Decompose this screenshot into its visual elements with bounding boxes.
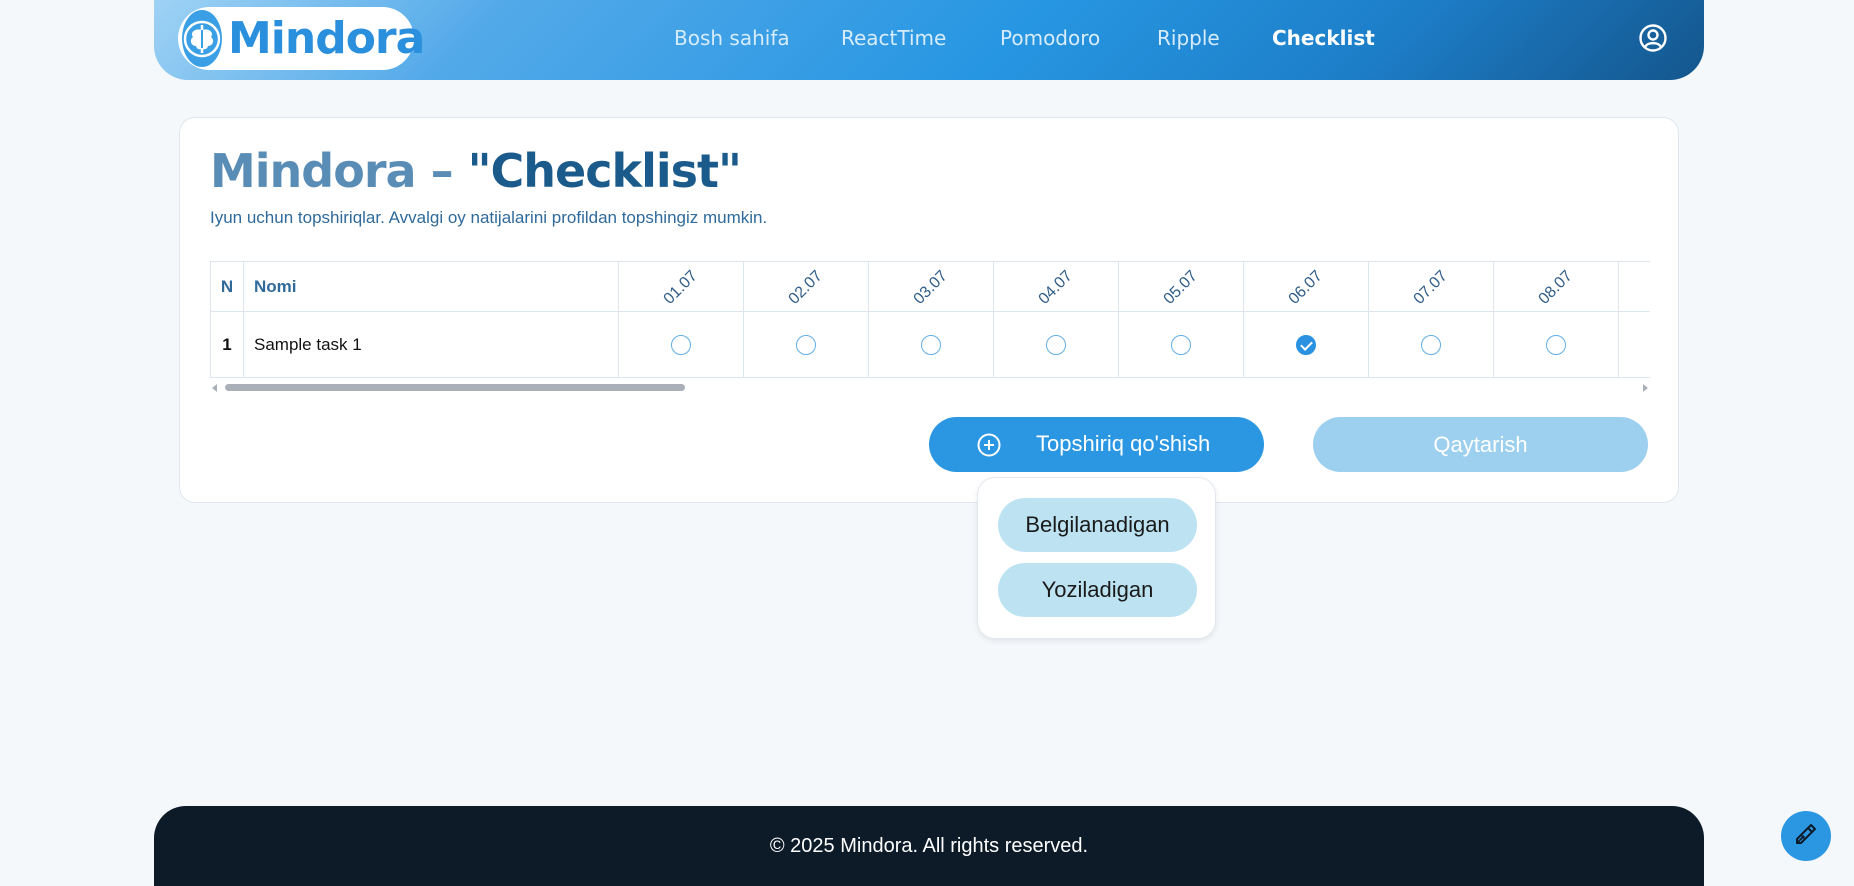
col-header-date: 01.07 xyxy=(618,261,744,312)
task-name: Sample task 1 xyxy=(243,311,619,378)
page-title-brand: Mindora – xyxy=(210,144,468,198)
col-header-date: 03.07 xyxy=(868,261,994,312)
dropdown-item-checkable[interactable]: Belgilanadigan xyxy=(998,498,1197,552)
table-header-row: N Nomi 01.07 02.07 03.07 04.07 05.07 06.… xyxy=(210,261,1650,312)
add-task-label: Topshiriq qo'shish xyxy=(1036,431,1211,456)
day-check-radio[interactable] xyxy=(1171,334,1191,355)
table-horizontal-scrollbar[interactable] xyxy=(210,381,1650,393)
row-number: 1 xyxy=(210,311,244,378)
day-check-radio[interactable] xyxy=(1421,334,1441,355)
col-header-n: N xyxy=(210,261,244,312)
floating-edit-button[interactable] xyxy=(1781,811,1831,861)
scroll-left-arrow-icon[interactable] xyxy=(212,384,217,392)
checklist-table-container[interactable]: N Nomi 01.07 02.07 03.07 04.07 05.07 06.… xyxy=(210,261,1650,378)
day-check-radio[interactable] xyxy=(1046,334,1066,355)
nav-item-checklist[interactable]: Checklist xyxy=(1272,26,1375,50)
col-header-date: 04.07 xyxy=(993,261,1119,312)
day-cell xyxy=(868,311,994,378)
checklist-card: Mindora – "Checklist" Iyun uchun topshir… xyxy=(179,117,1679,503)
day-check-radio-checked[interactable] xyxy=(1296,334,1316,355)
col-header-date: 05.07 xyxy=(1118,261,1244,312)
pen-tool-icon xyxy=(1792,820,1820,852)
day-cell xyxy=(743,311,869,378)
day-check-radio[interactable] xyxy=(1546,334,1566,355)
day-cell xyxy=(618,311,744,378)
day-cell xyxy=(1243,311,1369,378)
nav-item-bosh-sahifa[interactable]: Bosh sahifa xyxy=(674,26,790,50)
page-subtitle: Iyun uchun topshiriqlar. Avvalgi oy nati… xyxy=(210,208,768,227)
page-title: Mindora – "Checklist" xyxy=(210,144,742,198)
day-cell xyxy=(993,311,1119,378)
day-cell xyxy=(1118,311,1244,378)
day-check-radio[interactable] xyxy=(921,334,941,355)
day-check-radio[interactable] xyxy=(671,334,691,355)
day-cell-partial xyxy=(1618,311,1650,378)
checklist-table: N Nomi 01.07 02.07 03.07 04.07 05.07 06.… xyxy=(210,261,1650,378)
add-task-button[interactable]: Topshiriq qo'shish xyxy=(929,417,1264,472)
task-type-dropdown: Belgilanadigan Yoziladigan xyxy=(977,477,1216,639)
day-cell xyxy=(1493,311,1619,378)
col-header-date: 06.07 xyxy=(1243,261,1369,312)
nav-item-reacttime[interactable]: ReactTime xyxy=(841,26,946,50)
col-header-name: Nomi xyxy=(243,261,619,312)
nav-item-pomodoro[interactable]: Pomodoro xyxy=(1000,26,1100,50)
top-navbar: Mindora Bosh sahifa ReactTime Pomodoro R… xyxy=(154,0,1704,80)
footer-copyright: © 2025 Mindora. All rights reserved. xyxy=(769,834,1089,857)
main-nav: Bosh sahifa ReactTime Pomodoro Ripple Ch… xyxy=(154,0,1704,80)
plus-circle-icon xyxy=(977,433,1001,457)
day-cell xyxy=(1368,311,1494,378)
undo-button[interactable]: Qaytarish xyxy=(1313,417,1648,472)
page-title-section: "Checklist" xyxy=(467,144,742,198)
col-header-date-partial xyxy=(1618,261,1650,312)
day-check-radio[interactable] xyxy=(796,334,816,355)
col-header-date: 02.07 xyxy=(743,261,869,312)
scrollbar-thumb[interactable] xyxy=(225,384,685,391)
table-row: 1 Sample task 1 xyxy=(210,311,1650,378)
col-header-date: 08.07 xyxy=(1493,261,1619,312)
footer: © 2025 Mindora. All rights reserved. xyxy=(154,806,1704,886)
scroll-right-arrow-icon[interactable] xyxy=(1643,384,1648,392)
user-circle-icon[interactable] xyxy=(1638,23,1668,53)
col-header-date: 07.07 xyxy=(1368,261,1494,312)
dropdown-item-writable[interactable]: Yoziladigan xyxy=(998,563,1197,617)
nav-item-ripple[interactable]: Ripple xyxy=(1157,26,1220,50)
